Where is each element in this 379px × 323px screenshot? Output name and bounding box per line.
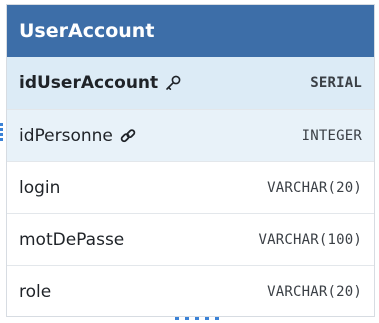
- relationship-connector-bottom: [175, 317, 220, 320]
- column-type: SERIAL: [310, 75, 362, 91]
- column-row-role[interactable]: role VARCHAR(20): [7, 265, 374, 317]
- link-icon: [119, 127, 137, 145]
- column-type: VARCHAR(20): [267, 283, 362, 300]
- column-name: login: [19, 177, 61, 198]
- relationship-connector-left: [0, 123, 3, 141]
- column-name: role: [19, 281, 52, 302]
- column-name: idUserAccount: [19, 73, 159, 93]
- entity-table-useraccount[interactable]: UserAccount idUserAccount SERIAL idPerso…: [6, 4, 375, 317]
- column-type: VARCHAR(100): [258, 231, 362, 248]
- table-name: UserAccount: [19, 20, 155, 42]
- column-type: VARCHAR(20): [267, 179, 362, 196]
- table-header[interactable]: UserAccount: [7, 5, 374, 57]
- column-name: idPersonne: [19, 125, 113, 146]
- column-name: motDePasse: [19, 229, 125, 250]
- column-type: INTEGER: [301, 127, 362, 144]
- column-row-idUserAccount[interactable]: idUserAccount SERIAL: [7, 57, 374, 109]
- column-row-idPersonne[interactable]: idPersonne INTEGER: [7, 109, 374, 161]
- key-icon: [164, 74, 182, 92]
- column-row-motDePasse[interactable]: motDePasse VARCHAR(100): [7, 213, 374, 265]
- column-row-login[interactable]: login VARCHAR(20): [7, 161, 374, 213]
